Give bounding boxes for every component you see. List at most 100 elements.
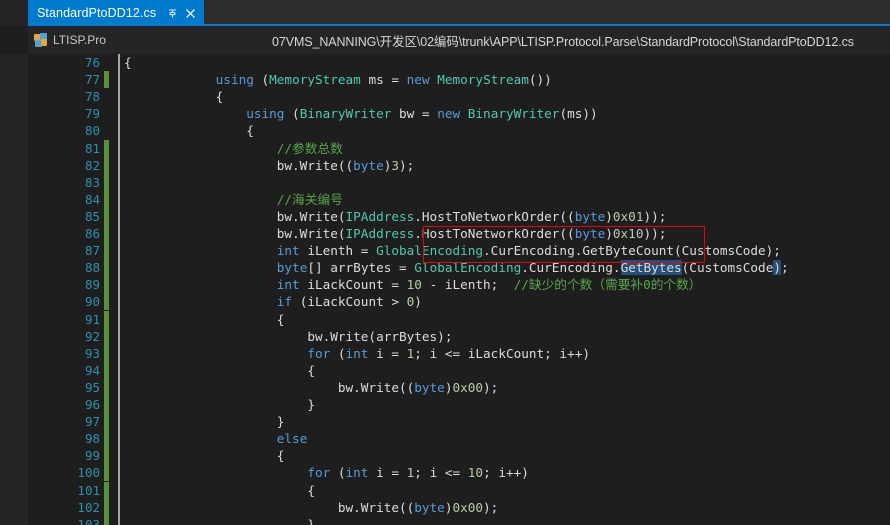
code-token: (CustomsCode	[681, 260, 774, 276]
code-token: new	[406, 72, 430, 88]
code-token: else	[276, 431, 308, 447]
code-text-area[interactable]: { using (MemoryStream ms = new MemoryStr…	[124, 54, 890, 525]
change-indicator-bar	[104, 378, 109, 396]
code-line[interactable]: bw.Write(IPAddress.HostToNetworkOrder((b…	[124, 225, 890, 242]
code-line[interactable]: }	[124, 396, 890, 413]
change-indicator-bar	[104, 293, 109, 311]
code-token: byte	[414, 499, 445, 515]
code-line[interactable]: int iLenth = GlobalEncoding.CurEncoding.…	[124, 242, 890, 259]
code-token: GlobalEncoding	[376, 243, 484, 259]
selected-text: GetBytes	[620, 260, 682, 276]
tab-strip: StandardPtoDD12.cs	[0, 0, 890, 26]
code-line[interactable]: for (int i = 1; i <= iLackCount; i++)	[124, 345, 890, 362]
change-indicator-bar	[104, 156, 109, 174]
gutter-row: 77	[28, 71, 118, 89]
line-number: 86	[84, 226, 100, 241]
line-number: 87	[84, 243, 100, 259]
change-indicator-bar	[104, 464, 109, 482]
file-path-text: 07VMS_NANNING\开发区\02编码\trunk\APP\LTISP.P…	[272, 34, 854, 49]
code-line[interactable]: bw.Write((byte)3);	[124, 157, 890, 174]
code-token: )	[414, 294, 422, 310]
line-number: 81	[84, 140, 100, 156]
code-line[interactable]: {	[124, 54, 890, 71]
gutter-row: 97	[28, 413, 118, 431]
gutter-row: 100	[28, 464, 118, 482]
change-indicator-bar	[104, 259, 109, 277]
code-line[interactable]: {	[124, 362, 890, 379]
line-number: 96	[84, 397, 100, 412]
code-token: BinaryWriter	[467, 106, 560, 122]
code-line[interactable]: {	[124, 447, 890, 464]
code-line[interactable]: bw.Write(arrBytes);	[124, 328, 890, 345]
change-indicator-bar	[104, 173, 109, 191]
change-indicator-bar	[104, 344, 109, 362]
code-line[interactable]: }	[124, 413, 890, 430]
gutter-row: 81	[28, 139, 118, 157]
code-token: IPAddress	[345, 208, 415, 224]
change-indicator-bar	[104, 396, 109, 414]
code-line[interactable]: for (int i = 1; i <= 10; i++)	[124, 464, 890, 481]
change-indicator-bar	[104, 139, 109, 157]
code-line[interactable]: bw.Write((byte)0x00);	[124, 499, 890, 516]
selection-margin[interactable]	[0, 54, 28, 525]
code-token: {	[124, 362, 315, 378]
code-token: 0x00	[452, 499, 484, 515]
code-line[interactable]: using (BinaryWriter bw = new BinaryWrite…	[124, 105, 890, 122]
change-indicator-bar	[104, 515, 109, 525]
gutter-row: 76	[28, 54, 118, 71]
code-line[interactable]: //海关编号	[124, 191, 890, 208]
change-indicator-bar	[104, 310, 109, 328]
code-token: bw.Write(arrBytes);	[124, 328, 453, 344]
code-token: )	[605, 208, 613, 224]
code-line[interactable]: bw.Write(IPAddress.HostToNetworkOrder((b…	[124, 208, 890, 225]
line-number: 82	[84, 157, 100, 173]
code-line[interactable]: {	[124, 88, 890, 105]
code-line[interactable]: {	[124, 482, 890, 499]
code-token: bw =	[391, 106, 438, 122]
change-indicator-bar	[104, 361, 109, 379]
gutter-row: 87	[28, 242, 118, 260]
gutter-row: 79	[28, 105, 118, 122]
navigation-bar: LTISP.Pro 07VMS_NANNING\开发区\02编码\trunk\A…	[0, 26, 890, 80]
tab-standardptodd12-cs[interactable]: StandardPtoDD12.cs	[28, 0, 205, 26]
change-indicator-bar	[104, 71, 109, 89]
code-line[interactable]: //参数总数	[124, 140, 890, 157]
code-token: (ms))	[559, 106, 598, 122]
change-indicator-bar	[104, 447, 109, 465]
code-token: 0x00	[452, 379, 484, 395]
code-token: bw.Write(	[124, 226, 346, 241]
line-number: 90	[84, 294, 100, 310]
code-line[interactable]: }	[124, 516, 890, 525]
line-number: 101	[77, 482, 100, 498]
code-line[interactable]: else	[124, 430, 890, 447]
code-token: MemoryStream	[269, 72, 361, 88]
editor-surface[interactable]: 76 77 78 79 80 81 82 83 84 85 86 87 88 89 90 91 92 93 94 95…	[0, 54, 890, 525]
code-line[interactable]: byte[] arrBytes = GlobalEncoding.CurEnco…	[124, 259, 890, 276]
code-line[interactable]	[124, 174, 890, 191]
code-line[interactable]: using (MemoryStream ms = new MemoryStrea…	[124, 71, 890, 88]
close-icon[interactable]	[182, 2, 199, 24]
code-line[interactable]: if (iLackCount > 0)	[124, 293, 890, 310]
code-line[interactable]: {	[124, 122, 890, 139]
line-number: 103	[77, 516, 100, 525]
code-token: .CurEncoding.	[521, 260, 621, 276]
code-line[interactable]: int iLackCount = 10 - iLenth; //缺少的个数（需要…	[124, 276, 890, 293]
code-line[interactable]: {	[124, 311, 890, 328]
line-number: 91	[84, 311, 100, 327]
code-token: BinaryWriter	[299, 106, 392, 122]
code-line[interactable]: bw.Write((byte)0x00);	[124, 379, 890, 396]
code-token: if	[276, 294, 293, 310]
pin-icon[interactable]	[164, 2, 181, 24]
line-number: 92	[84, 328, 100, 344]
line-number: 102	[77, 499, 100, 515]
change-indicator-bar	[104, 54, 109, 71]
project-selector[interactable]: LTISP.Pro	[34, 26, 106, 54]
